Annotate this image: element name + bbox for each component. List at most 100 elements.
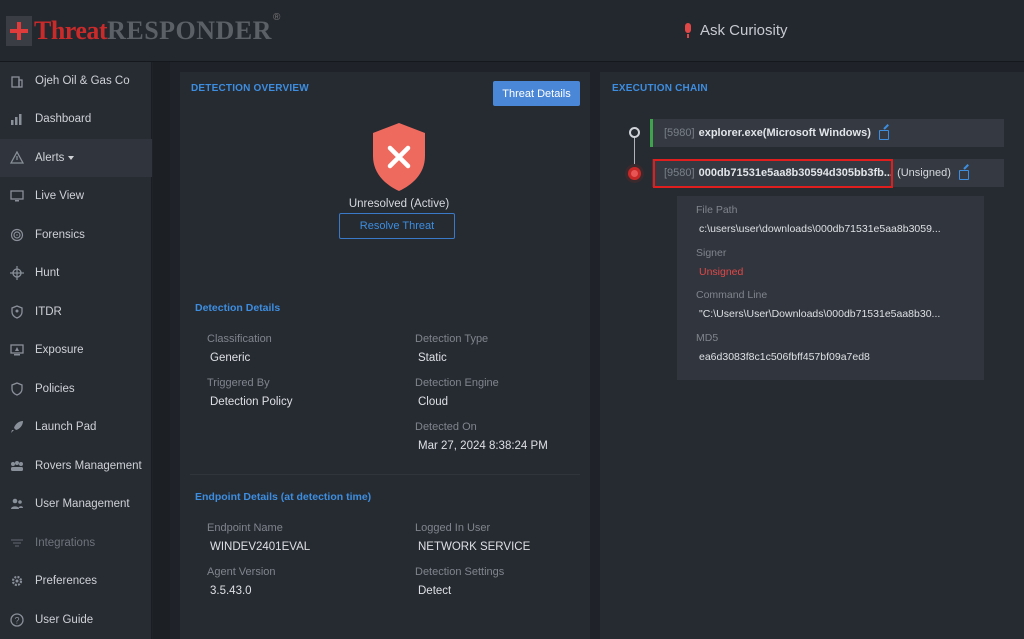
sidebar-item-alerts[interactable]: Alerts	[0, 139, 152, 177]
process-pid: [5980]	[664, 127, 695, 139]
triggered-by-value: Detection Policy	[210, 396, 293, 408]
gear-icon	[8, 573, 26, 589]
sidebar-item-label: Forensics	[35, 229, 85, 241]
sidebar-item-launch-pad[interactable]: Launch Pad	[0, 408, 152, 446]
chevron-down-icon	[68, 156, 75, 160]
detected-on-value: Mar 27, 2024 8:38:24 PM	[418, 440, 548, 452]
ask-curiosity-button[interactable]: Ask Curiosity	[683, 22, 788, 39]
threat-details-button[interactable]: Threat Details	[493, 81, 580, 106]
top-bar: Threat RESPONDER ® Ask Curiosity	[0, 0, 1024, 62]
detection-type-value: Static	[418, 352, 447, 364]
sidebar-item-label: Integrations	[35, 537, 96, 549]
svg-text:?: ?	[14, 616, 19, 626]
agent-version-label: Agent Version	[207, 566, 276, 578]
id-shield-icon	[8, 304, 26, 320]
sidebar: Ojeh Oil & Gas Co Dashboard Alerts Live …	[0, 62, 152, 639]
users-icon	[8, 496, 26, 512]
threat-status: Unresolved (Active)	[348, 198, 450, 210]
external-link-icon[interactable]	[958, 168, 970, 180]
sidebar-item-label: Dashboard	[35, 113, 92, 125]
sidebar-item-label: Rovers Management	[35, 460, 142, 472]
threat-shield-icon	[373, 123, 425, 191]
sidebar-item-label: Launch Pad	[35, 421, 97, 433]
sidebar-item-label: Policies	[35, 383, 75, 395]
sidebar-item-label: Live View	[35, 190, 85, 202]
sidebar-item-hunt[interactable]: Hunt	[0, 254, 152, 292]
rovers-icon	[8, 458, 26, 474]
microphone-icon	[683, 23, 693, 38]
detection-engine-label: Detection Engine	[415, 377, 499, 389]
sidebar-item-policies[interactable]: Policies	[0, 370, 152, 408]
endpoint-name-label: Endpoint Name	[207, 522, 283, 534]
shield-icon	[8, 381, 26, 397]
agent-version-value: 3.5.43.0	[210, 585, 252, 597]
chain-node-threat	[628, 167, 641, 180]
external-link-icon[interactable]	[878, 128, 890, 140]
chain-node-parent	[629, 127, 640, 138]
logged-in-user-value: NETWORK SERVICE	[418, 541, 531, 553]
execution-chain-title: EXECUTION CHAIN	[612, 83, 708, 94]
command-line-value: "C:\Users\User\Downloads\000db71531e5aa8…	[699, 308, 941, 320]
sidebar-item-label: Exposure	[35, 344, 84, 356]
plug-icon	[8, 535, 26, 551]
signer-value: Unsigned	[699, 266, 744, 278]
sidebar-item-user-guide[interactable]: ? User Guide	[0, 601, 152, 639]
detection-settings-value: Detect	[418, 585, 452, 597]
logo-responder-text: RESPONDER	[107, 16, 272, 45]
process-row-explorer[interactable]: [5980] explorer.exe(Microsoft Windows)	[650, 119, 1004, 147]
building-icon	[8, 73, 26, 89]
classification-value: Generic	[210, 352, 251, 364]
fingerprint-icon	[8, 227, 26, 243]
sidebar-item-rovers-management[interactable]: Rovers Management	[0, 447, 152, 485]
endpoint-details-title: Endpoint Details (at detection time)	[195, 491, 372, 503]
detection-details-title: Detection Details	[195, 302, 281, 314]
logo-threat-text: Threat	[34, 16, 108, 45]
sidebar-item-label: Preferences	[35, 575, 98, 587]
md5-label: MD5	[696, 332, 719, 344]
detected-on-label: Detected On	[415, 421, 477, 433]
plus-logo-icon	[6, 16, 32, 46]
help-icon: ?	[8, 612, 26, 628]
sidebar-item-forensics[interactable]: Forensics	[0, 216, 152, 254]
sidebar-item-label: Alerts	[35, 152, 65, 164]
sidebar-item-itdr[interactable]: ITDR	[0, 293, 152, 331]
file-path-value: c:\users\user\downloads\000db71531e5aa8b…	[699, 223, 941, 235]
sidebar-item-user-management[interactable]: User Management	[0, 485, 152, 523]
logo[interactable]: Threat RESPONDER ®	[6, 12, 281, 48]
rocket-icon	[8, 419, 26, 435]
sidebar-item-label: Ojeh Oil & Gas Co	[35, 75, 130, 87]
sidebar-item-dashboard[interactable]: Dashboard	[0, 100, 152, 138]
classification-label: Classification	[207, 333, 272, 345]
detection-engine-value: Cloud	[418, 396, 449, 408]
md5-value: ea6d3083f8c1c506fbff457bf09a7ed8	[699, 351, 870, 363]
endpoint-name-value: WINDEV2401EVAL	[210, 541, 311, 553]
triggered-by-label: Triggered By	[207, 377, 270, 389]
sidebar-item-label: ITDR	[35, 306, 62, 318]
section-divider	[190, 474, 580, 475]
ask-curiosity-label: Ask Curiosity	[700, 22, 788, 39]
logged-in-user-label: Logged In User	[415, 522, 491, 534]
sidebar-item-live-view[interactable]: Live View	[0, 177, 152, 215]
bar-chart-icon	[8, 111, 26, 127]
sidebar-item-exposure[interactable]: Exposure	[0, 331, 152, 369]
sidebar-item-label: Hunt	[35, 267, 60, 279]
sidebar-item-integrations[interactable]: Integrations	[0, 524, 152, 562]
sidebar-item-preferences[interactable]: Preferences	[0, 562, 152, 600]
screen-alert-icon	[8, 342, 26, 358]
signer-label: Signer	[696, 247, 727, 259]
sidebar-item-organization[interactable]: Ojeh Oil & Gas Co	[0, 62, 152, 100]
process-name: explorer.exe(Microsoft Windows)	[698, 127, 871, 139]
detection-type-label: Detection Type	[415, 333, 489, 345]
command-line-label: Command Line	[696, 289, 768, 301]
sidebar-item-label: User Guide	[35, 614, 94, 626]
process-signer: (Unsigned)	[897, 167, 951, 179]
monitor-icon	[8, 188, 26, 204]
detection-overview-title: DETECTION OVERVIEW	[191, 83, 309, 94]
registered-mark: ®	[272, 12, 281, 23]
crosshair-icon	[8, 265, 26, 281]
sidebar-item-label: User Management	[35, 498, 130, 510]
warning-icon	[8, 150, 26, 166]
detection-settings-label: Detection Settings	[415, 566, 505, 578]
resolve-threat-button[interactable]: Resolve Threat	[339, 213, 455, 239]
selection-highlight	[653, 159, 893, 188]
